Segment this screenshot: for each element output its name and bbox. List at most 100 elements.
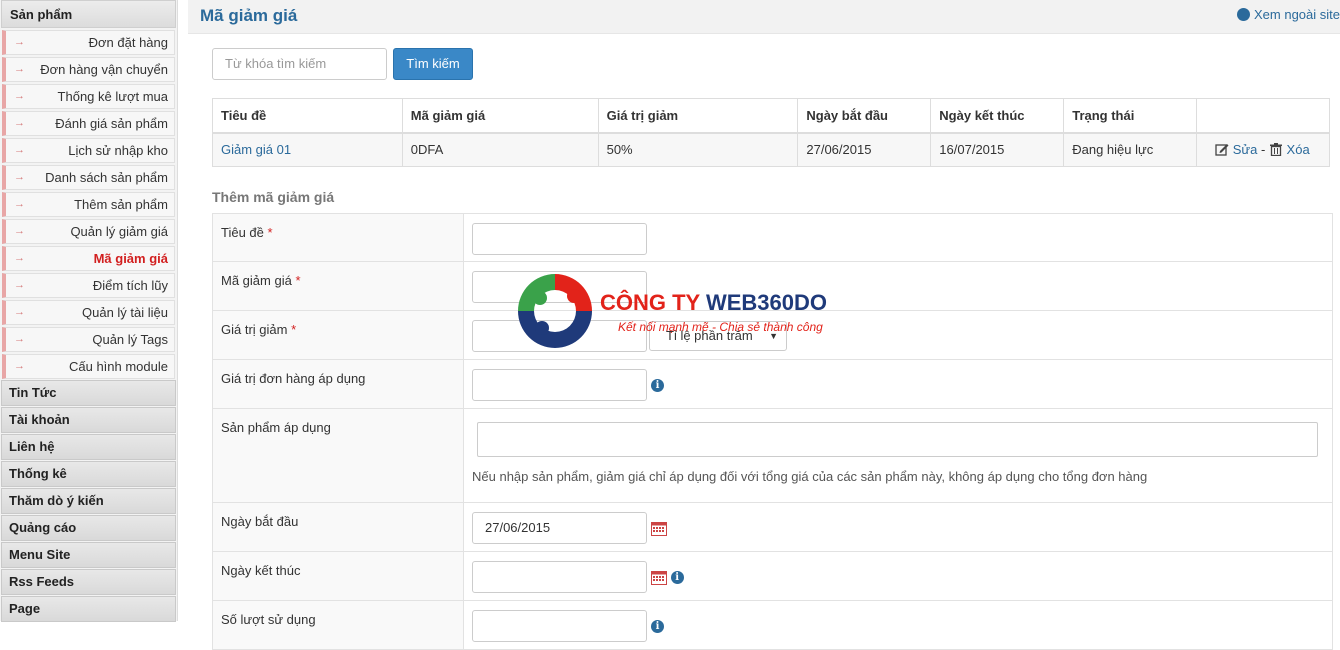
info-icon[interactable]: i [670,570,684,584]
sidebar-group[interactable]: Tin Tức [1,380,176,406]
sidebar-item[interactable]: → Đơn hàng vận chuyển [2,57,175,82]
arrow-right-icon: → [14,171,25,183]
sidebar-group[interactable]: Liên hệ [1,434,176,460]
sidebar-item[interactable]: → Đơn đặt hàng [2,30,175,55]
sidebar-item-label: Quản lý giảm giá [70,224,168,239]
arrow-right-icon: → [14,90,25,102]
info-icon[interactable]: i [651,619,664,633]
col-header-value: Giá trị giảm [597,98,799,134]
sidebar-item-label: Thêm sản phẩm [74,197,168,212]
delete-link[interactable]: Xóa [1287,142,1310,157]
arrow-right-icon: → [14,144,25,156]
company-logo-icon [518,274,592,348]
sidebar-item-label: Cấu hình module [68,359,168,374]
products-input[interactable] [477,422,1318,457]
arrow-right-icon: → [14,360,25,372]
trash-icon[interactable] [1269,143,1283,157]
label-value: Giá trị giảm [221,322,288,337]
sidebar-item[interactable]: → Thống kê lượt mua [2,84,175,109]
table-header-row: Tiêu đề Mã giảm giá Giá trị giảm Ngày bắ… [212,98,1330,134]
sidebar-item-label: Điểm tích lũy [92,278,168,293]
calendar-icon[interactable] [650,521,667,536]
coupon-start: 27/06/2015 [797,132,932,167]
sidebar-group[interactable]: Tài khoản [1,407,176,433]
sidebar-item[interactable]: → Danh sách sản phẩm [2,165,175,190]
action-separator: - [1260,142,1266,158]
table-row: Giảm giá 01 0DFA 50% 27/06/2015 16/07/20… [212,132,1330,167]
label-title: Tiêu đề [221,225,264,240]
sidebar-item-label: Quản lý Tags [92,332,168,347]
coupon-title-link[interactable]: Giảm giá 01 [221,142,291,157]
sidebar-group[interactable]: Page [1,596,176,622]
sidebar-item-label: Đánh giá sản phẩm [55,116,168,131]
label-min-order: Giá trị đơn hàng áp dụng [213,360,464,408]
coupon-table: Tiêu đề Mã giảm giá Giá trị giảm Ngày bắ… [212,98,1330,167]
company-name: CÔNG TY [600,290,706,315]
sidebar-item[interactable]: → Lịch sử nhập kho [2,138,175,163]
sidebar: Sản phẩm → Đơn đặt hàng → Đơn hàng vận chuy… [0,0,178,622]
sidebar-group[interactable]: Menu Site [1,542,176,568]
info-icon[interactable]: i [651,378,664,392]
brand-name: WEB360DO [705,290,827,315]
col-header-title: Tiêu đề [212,98,403,134]
globe-icon [1237,8,1250,21]
arrow-right-icon: → [14,36,25,48]
edit-link[interactable]: Sửa [1233,142,1258,157]
form-row-end: Ngày kết thúc i [212,552,1333,601]
sidebar-item[interactable]: → Đánh giá sản phẩm [2,111,175,136]
arrow-right-icon: → [14,333,25,345]
required-mark: * [267,225,273,240]
end-date-input[interactable] [472,561,647,593]
arrow-right-icon: → [14,225,25,237]
arrow-right-icon: → [14,306,25,318]
sidebar-group[interactable]: Thăm dò ý kiến [1,488,176,514]
form-row-products: Sản phẩm áp dụng Nếu nhập sản phẩm, giảm… [212,409,1333,503]
page-title: Mã giảm giá [200,6,298,25]
form-row-min-order: Giá trị đơn hàng áp dụng i [212,360,1333,409]
label-usage: Số lượt sử dụng [213,601,464,649]
form-row-title: Tiêu đề * [212,213,1333,262]
search-input[interactable]: Từ khóa tìm kiếm [212,48,387,80]
sidebar-item[interactable]: → Cấu hình module [2,354,175,379]
view-site-link[interactable]: Xem ngoài site [1237,7,1340,22]
company-slogan: Kết nối mạnh mẽ - Chia sẻ thành công [618,320,823,334]
col-header-start: Ngày bắt đầu [797,98,932,134]
sidebar-item-label: Thống kê lượt mua [57,89,168,104]
col-header-actions [1196,98,1330,134]
top-bar: Mã giảm giá Xem ngoài site [188,0,1340,34]
coupon-value: 50% [597,132,799,167]
products-hint: Nếu nhập sản phẩm, giảm giá chỉ áp dụng … [472,469,1148,484]
sidebar-item-label: Đơn đặt hàng [88,35,168,50]
arrow-right-icon: → [14,252,25,264]
sidebar-item[interactable]: → Điểm tích lũy [2,273,175,298]
sidebar-item[interactable]: → Mã giảm giá [2,246,175,271]
label-start: Ngày bắt đầu [213,503,464,551]
search-button[interactable]: Tìm kiếm [393,48,473,80]
calendar-icon[interactable] [650,570,667,585]
sidebar-group[interactable]: Thống kê [1,461,176,487]
arrow-right-icon: → [14,279,25,291]
sidebar-item[interactable]: → Quản lý giảm giá [2,219,175,244]
arrow-right-icon: → [14,63,25,75]
label-end: Ngày kết thúc [213,552,464,600]
usage-input[interactable] [472,610,647,642]
start-date-input[interactable]: 27/06/2015 [472,512,647,544]
sidebar-item-label: Mã giảm giá [93,251,168,266]
sidebar-group[interactable]: Quảng cáo [1,515,176,541]
edit-icon[interactable] [1215,143,1229,156]
title-input[interactable] [472,223,647,255]
required-mark: * [295,273,301,288]
min-order-input[interactable] [472,369,647,401]
col-header-code: Mã giảm giá [401,98,599,134]
arrow-right-icon: → [14,198,25,210]
sidebar-item-label: Đơn hàng vận chuyển [40,62,168,77]
coupon-status: Đang hiệu lực [1063,132,1198,167]
sidebar-item[interactable]: → Quản lý tài liệu [2,300,175,325]
coupon-end: 16/07/2015 [930,132,1065,167]
company-watermark: CÔNG TY WEB360DO Kết nối mạnh mẽ - Chia … [512,268,842,354]
form-row-start: Ngày bắt đầu 27/06/2015 [212,503,1333,552]
sidebar-group-san-pham[interactable]: Sản phẩm [1,0,176,28]
sidebar-group[interactable]: Rss Feeds [1,569,176,595]
sidebar-item[interactable]: → Quản lý Tags [2,327,175,352]
sidebar-item[interactable]: → Thêm sản phẩm [2,192,175,217]
